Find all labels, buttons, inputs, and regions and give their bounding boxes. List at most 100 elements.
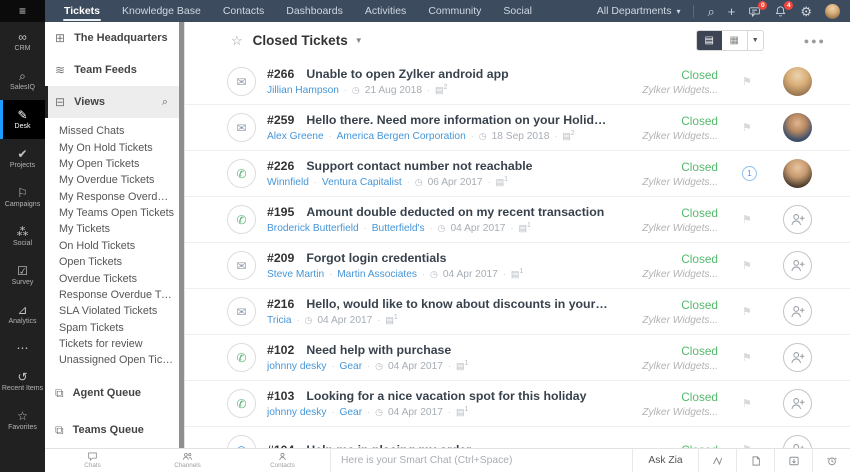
view-item[interactable]: My Teams Open Tickets <box>45 205 184 221</box>
flag-icon[interactable]: ⚑ <box>742 397 752 410</box>
flag-icon[interactable]: ⚑ <box>742 259 752 272</box>
ticket-row[interactable]: ✆#226Support contact number not reachabl… <box>185 151 850 197</box>
company-link[interactable]: Butterfield's <box>372 223 425 234</box>
sidebar-item-agent-queue[interactable]: ⧉ Agent Queue <box>45 378 184 409</box>
contact-link[interactable]: Broderick Butterfield <box>267 223 359 234</box>
notes-icon[interactable] <box>736 449 774 472</box>
add-icon[interactable]: + <box>728 5 736 18</box>
rail-item-more[interactable]: ⋯ <box>0 334 45 362</box>
contact-avatar[interactable] <box>783 67 812 96</box>
company-link[interactable]: Gear <box>339 407 362 418</box>
add-contact-icon[interactable] <box>783 343 812 372</box>
rail-item-survey[interactable]: ☑Survey <box>0 256 45 295</box>
view-item[interactable]: Response Overdue Tickets <box>45 287 184 303</box>
contact-link[interactable]: johnny desky <box>267 361 326 372</box>
contact-link[interactable]: Winnfield <box>267 177 309 188</box>
add-contact-icon[interactable] <box>783 389 812 418</box>
view-item[interactable]: My Response Overdue Tic... <box>45 189 184 205</box>
contact-avatar[interactable] <box>783 159 812 188</box>
contact-link[interactable]: Steve Martin <box>267 269 324 280</box>
contact-link[interactable]: Alex Greene <box>267 131 324 142</box>
ticket-row[interactable]: ✉#266Unable to open Zylker android appJi… <box>185 59 850 105</box>
nav-tab-dashboards[interactable]: Dashboards <box>275 0 354 22</box>
nav-tab-tickets[interactable]: Tickets <box>53 0 111 22</box>
view-item[interactable]: On Hold Tickets <box>45 238 184 254</box>
rail-item-crm[interactable]: ∞CRM <box>0 22 45 61</box>
view-item[interactable]: My Overdue Tickets <box>45 172 184 188</box>
flag-icon[interactable]: ⚑ <box>742 75 752 88</box>
rail-item-social[interactable]: ⁂Social <box>0 217 45 256</box>
view-item[interactable]: Open Tickets <box>45 254 184 270</box>
nav-tab-community[interactable]: Community <box>417 0 492 22</box>
view-item[interactable]: My Tickets <box>45 221 184 237</box>
rail-item-favorites[interactable]: ☆Favorites <box>0 401 45 440</box>
add-contact-icon[interactable] <box>783 251 812 280</box>
notifications-icon[interactable]: 4 <box>774 5 787 18</box>
smart-chat-input[interactable] <box>341 455 622 466</box>
settings-icon[interactable]: ⚙ <box>800 5 812 18</box>
flag-icon[interactable]: ⚑ <box>742 121 752 134</box>
rail-item-desk[interactable]: ✎Desk <box>0 100 45 139</box>
comment-count-badge[interactable]: 1 <box>742 166 757 181</box>
company-link[interactable]: America Bergen Corporation <box>337 131 466 142</box>
ticket-row[interactable]: ◉#104Help me in placing my orderClosed⚑ <box>185 427 850 448</box>
ticket-row[interactable]: ✆#102Need help with purchasejohnny desky… <box>185 335 850 381</box>
sidebar-item-views[interactable]: ⊟ Views ⌕ <box>45 86 184 118</box>
list-view-button[interactable]: ▤ <box>697 31 722 50</box>
favorite-star-icon[interactable]: ☆ <box>231 33 243 49</box>
bottombar-chats[interactable]: Chats <box>45 449 140 472</box>
collapse-sidebar-button[interactable]: ≡ <box>0 0 45 22</box>
flag-icon[interactable]: ⚑ <box>742 305 752 318</box>
nav-tab-contacts[interactable]: Contacts <box>212 0 275 22</box>
rail-item-analytics[interactable]: ⊿Analytics <box>0 295 45 334</box>
view-options-button[interactable]: ▼ <box>747 31 763 50</box>
search-icon[interactable]: ⌕ <box>707 5 714 18</box>
view-item[interactable]: Missed Chats <box>45 123 184 139</box>
contact-link[interactable]: johnny desky <box>267 407 326 418</box>
ticket-row[interactable]: ✉#259Hello there. Need more information … <box>185 105 850 151</box>
zia-icon[interactable] <box>698 449 736 472</box>
more-options-button[interactable]: ●●● <box>804 36 826 46</box>
views-search-icon[interactable]: ⌕ <box>162 96 168 109</box>
view-item[interactable]: My Open Tickets <box>45 156 184 172</box>
rail-item-salesiq[interactable]: ⌕SalesIQ <box>0 61 45 100</box>
sidebar-scrollbar[interactable] <box>179 22 184 448</box>
ticket-row[interactable]: ✉#209Forgot login credentialsSteve Marti… <box>185 243 850 289</box>
view-item[interactable]: Spam Tickets <box>45 320 184 336</box>
sidebar-item-team-feeds[interactable]: ≋ Team Feeds <box>45 54 184 86</box>
bottombar-contacts[interactable]: Contacts <box>235 449 330 472</box>
rail-item-projects[interactable]: ✔Projects <box>0 139 45 178</box>
sidebar-item-teams-queue[interactable]: ⧉ Teams Queue <box>45 415 184 446</box>
nav-tab-activities[interactable]: Activities <box>354 0 417 22</box>
view-item[interactable]: Unassigned Open Tickets <box>45 352 184 368</box>
nav-tab-social[interactable]: Social <box>492 0 543 22</box>
department-selector[interactable]: All Departments ▾ <box>597 5 681 17</box>
add-contact-icon[interactable] <box>783 205 812 234</box>
company-link[interactable]: Ventura Capitalist <box>322 177 402 188</box>
ticket-row[interactable]: ✉#216Hello, would like to know about dis… <box>185 289 850 335</box>
download-icon[interactable] <box>774 449 812 472</box>
contact-avatar[interactable] <box>783 113 812 142</box>
ticket-row[interactable]: ✆#195Amount double deducted on my recent… <box>185 197 850 243</box>
ask-zia-button[interactable]: Ask Zia <box>632 449 698 472</box>
ticket-row[interactable]: ✆#103Looking for a nice vacation spot fo… <box>185 381 850 427</box>
announcements-icon[interactable]: 0 <box>748 5 761 18</box>
rail-item-campaigns[interactable]: ⚐Campaigns <box>0 178 45 217</box>
flag-icon[interactable]: ⚑ <box>742 213 752 226</box>
add-contact-icon[interactable] <box>783 297 812 326</box>
company-link[interactable]: Gear <box>339 361 362 372</box>
contact-link[interactable]: Jillian Hampson <box>267 85 339 96</box>
user-avatar[interactable] <box>825 4 840 19</box>
flag-icon[interactable]: ⚑ <box>742 351 752 364</box>
add-contact-icon[interactable] <box>783 435 812 448</box>
view-item[interactable]: SLA Violated Tickets <box>45 303 184 319</box>
sidebar-item-headquarters[interactable]: ⊞ The Headquarters <box>45 22 184 54</box>
grid-view-button[interactable]: ▦ <box>722 31 747 50</box>
contact-link[interactable]: Tricia <box>267 315 292 326</box>
view-item[interactable]: My On Hold Tickets <box>45 139 184 155</box>
alarm-icon[interactable] <box>812 449 850 472</box>
view-item[interactable]: Tickets for review <box>45 336 184 352</box>
company-link[interactable]: Martin Associates <box>337 269 417 280</box>
title-dropdown-icon[interactable]: ▼ <box>355 36 363 45</box>
rail-item-recent-items[interactable]: ↺Recent Items <box>0 362 45 401</box>
